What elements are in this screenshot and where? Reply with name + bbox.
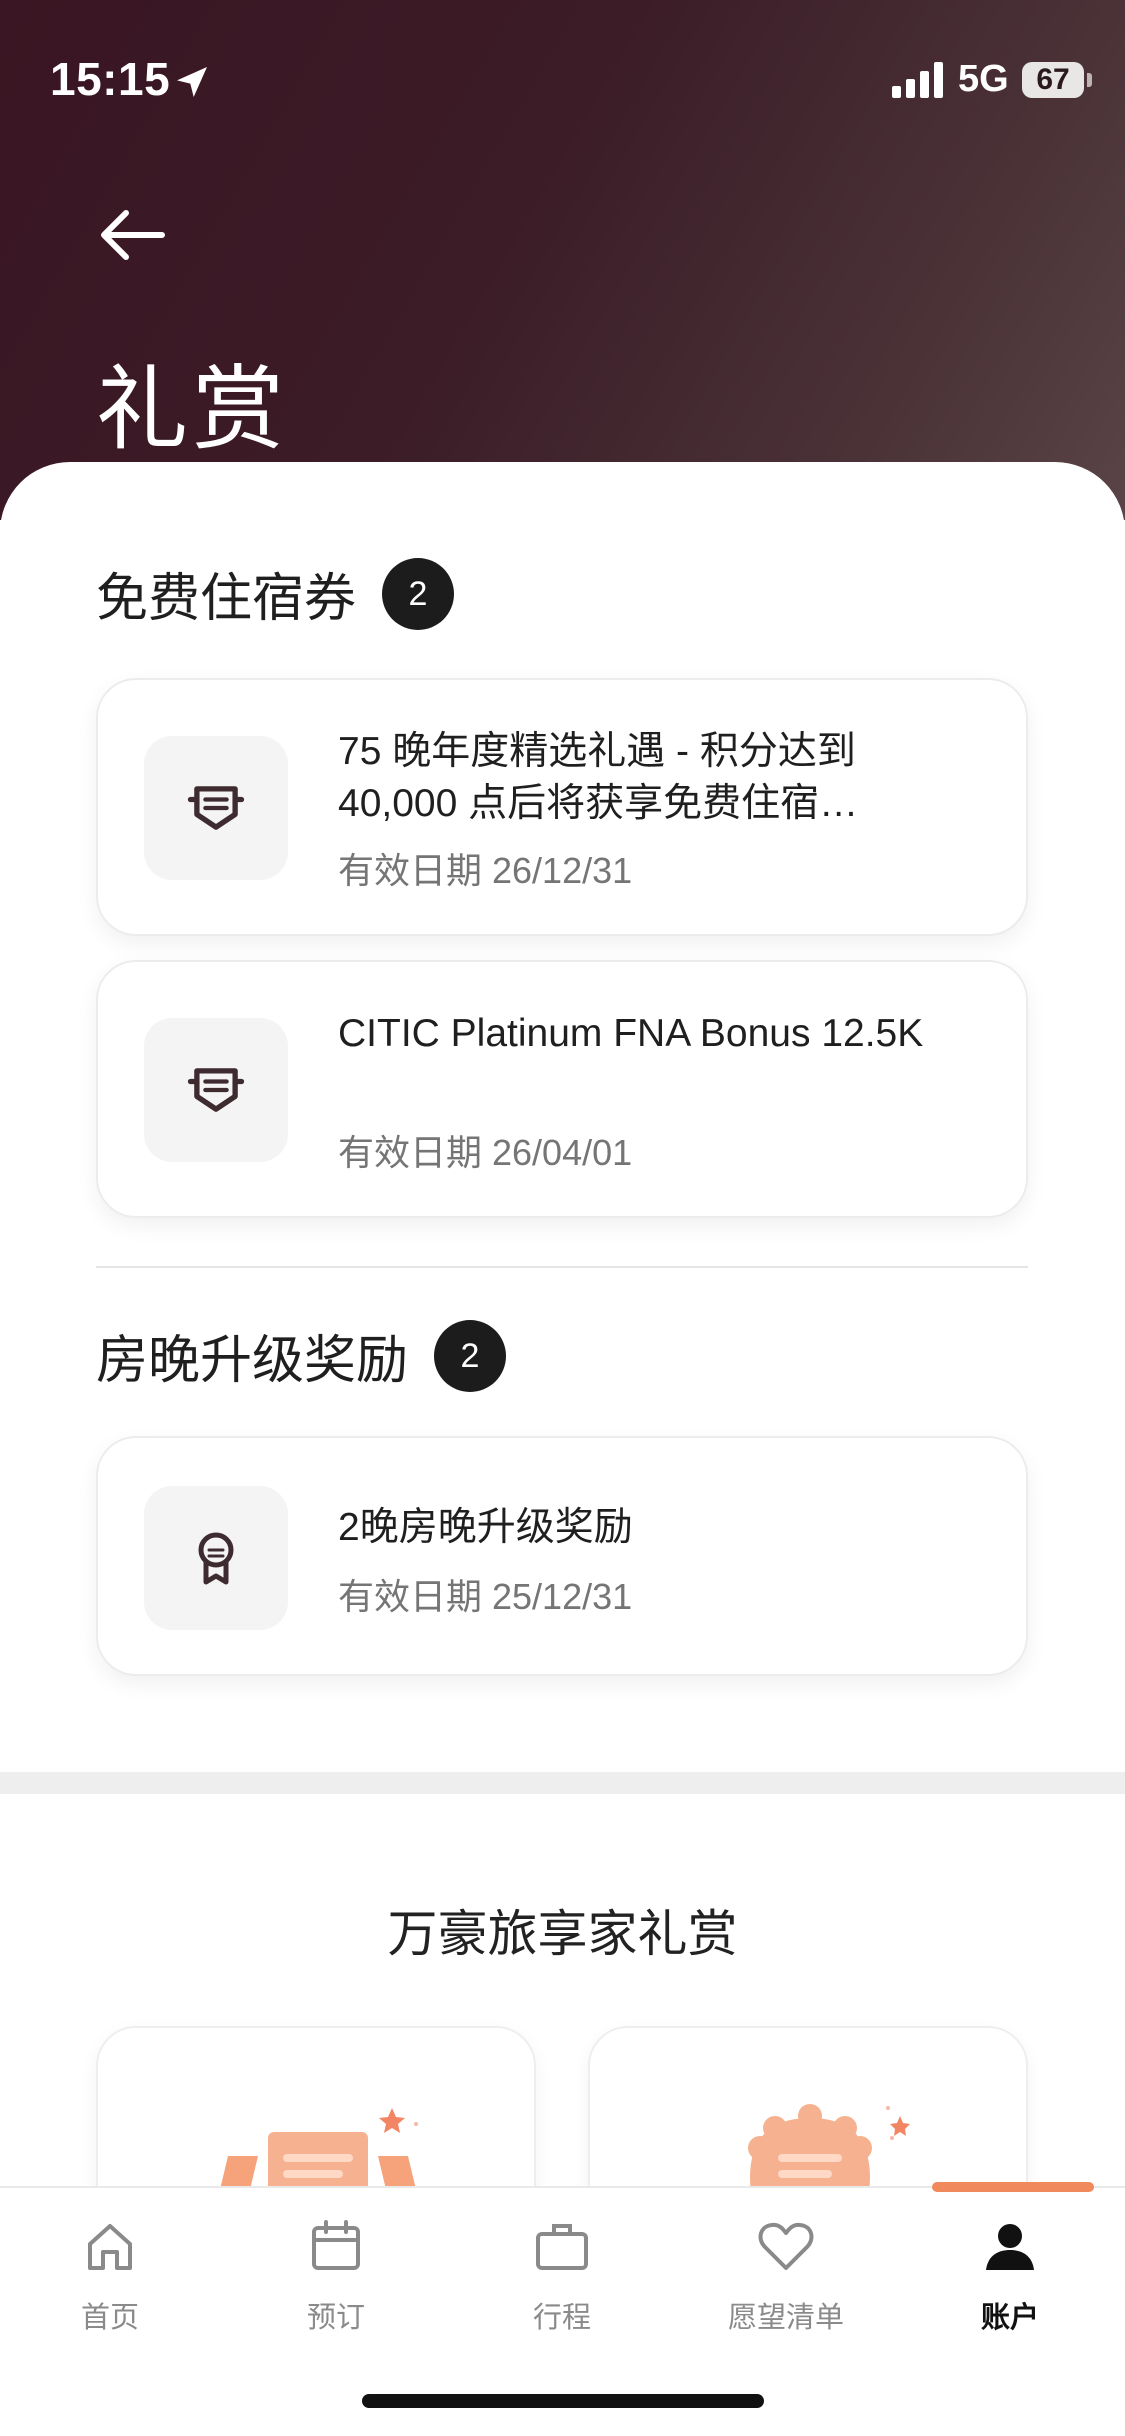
voucher-badge-icon <box>187 786 245 830</box>
briefcase-icon <box>536 2224 588 2270</box>
arrow-left-icon <box>101 210 165 260</box>
page-title: 礼赏 <box>96 359 289 461</box>
home-icon <box>88 2224 132 2270</box>
section-separator <box>0 1772 1125 1794</box>
section-title: 房晚升级奖励 <box>96 1332 409 1390</box>
count-badge: 2 <box>434 1319 507 1392</box>
section-title: 免费住宿券 <box>96 570 357 628</box>
location-arrow-icon <box>177 67 207 97</box>
reward-card[interactable]: 75 晚年度精选礼遇 - 积分达到 40,000 点后将获享免费住宿… 有效日期… <box>96 678 1028 936</box>
reward-expiry: 有效日期 26/04/01 <box>338 1132 633 1173</box>
heart-icon <box>758 2222 814 2270</box>
home-indicator[interactable] <box>362 2394 764 2408</box>
reward-expiry: 有效日期 26/12/31 <box>338 850 633 891</box>
status-time: 15:15 <box>50 53 171 105</box>
tab-home[interactable]: 首页 <box>20 2216 200 2336</box>
active-tab-indicator <box>932 2182 1094 2192</box>
section-upgrades-header: 房晚升级奖励 2 <box>96 1318 507 1393</box>
card-icon-container <box>144 736 288 880</box>
tab-label: 账户 <box>980 2302 1039 2334</box>
tab-label: 愿望清单 <box>727 2302 844 2334</box>
signal-icon <box>892 62 943 98</box>
tab-trips[interactable]: 行程 <box>472 2216 652 2336</box>
award-ribbon-icon <box>198 1532 234 1585</box>
battery-tip <box>1087 73 1092 87</box>
status-bar: 15:15 5G 67 <box>0 0 1125 150</box>
tab-account[interactable]: 账户 <box>920 2216 1100 2336</box>
reward-title: 75 晚年度精选礼遇 - 积分达到 40,000 点后将获享免费住宿… <box>338 730 859 825</box>
tab-wishlist[interactable]: 愿望清单 <box>696 2216 876 2336</box>
tab-booking[interactable]: 预订 <box>246 2216 426 2336</box>
section-free-nights-header: 免费住宿券 2 <box>96 556 455 631</box>
tab-label: 预订 <box>306 2302 365 2334</box>
network-type: 5G <box>958 58 1009 100</box>
reward-card[interactable]: CITIC Platinum FNA Bonus 12.5K 有效日期 26/0… <box>96 960 1028 1218</box>
back-button[interactable] <box>92 200 172 270</box>
reward-expiry: 有效日期 25/12/31 <box>338 1576 633 1617</box>
reward-title: 2晚房晚升级奖励 <box>338 1506 633 1549</box>
account-icon <box>986 2224 1034 2270</box>
card-icon-container <box>144 1486 288 1630</box>
calendar-icon <box>312 2220 360 2270</box>
promo-section-title: 万豪旅享家礼赏 <box>387 1906 738 1962</box>
voucher-badge-icon <box>187 1068 245 1112</box>
tab-label: 首页 <box>80 2302 139 2334</box>
battery-indicator: 67 <box>1022 62 1084 98</box>
reward-title: CITIC Platinum FNA Bonus 12.5K <box>338 1012 924 1055</box>
section-divider <box>96 1266 1028 1268</box>
reward-card[interactable]: 2晚房晚升级奖励 有效日期 25/12/31 <box>96 1436 1028 1676</box>
card-icon-container <box>144 1018 288 1162</box>
tab-label: 行程 <box>532 2302 591 2334</box>
count-badge: 2 <box>382 557 455 630</box>
